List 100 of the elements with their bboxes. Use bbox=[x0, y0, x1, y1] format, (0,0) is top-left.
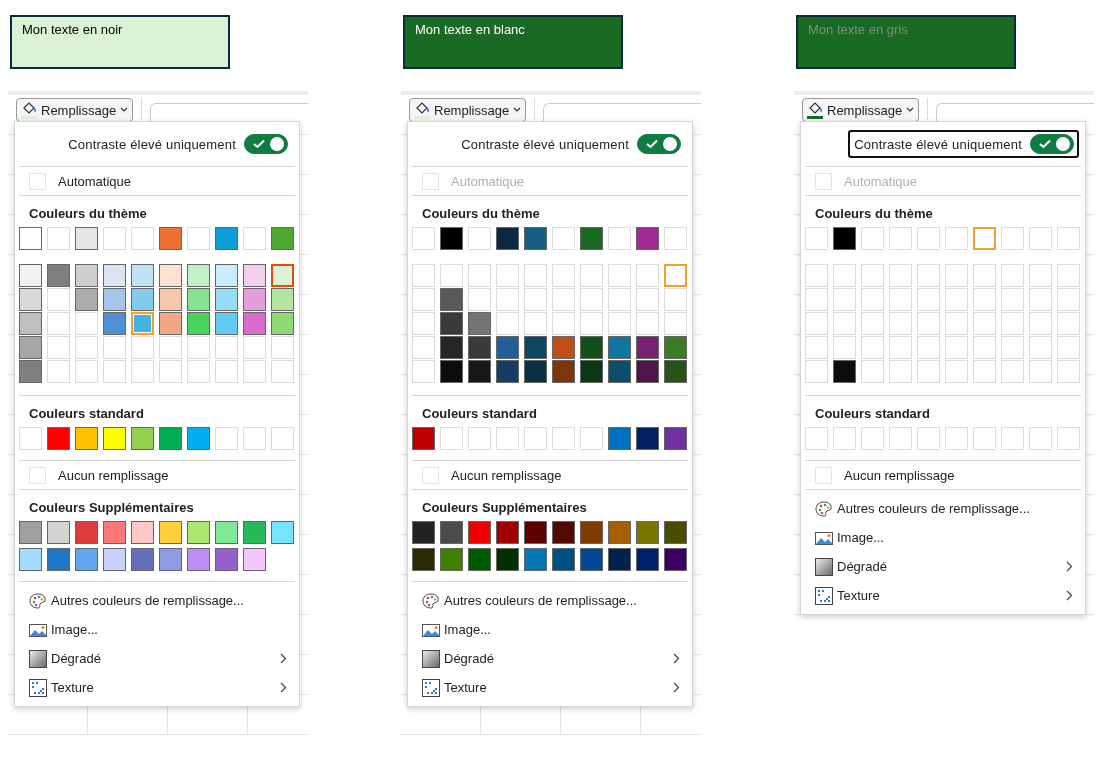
automatic-option[interactable]: Automatique bbox=[15, 167, 299, 195]
color-swatch[interactable] bbox=[103, 312, 126, 335]
color-swatch[interactable] bbox=[215, 312, 238, 335]
empty-swatch[interactable] bbox=[552, 227, 575, 250]
empty-swatch[interactable] bbox=[412, 288, 435, 311]
color-swatch[interactable] bbox=[580, 227, 603, 250]
empty-swatch[interactable] bbox=[1029, 336, 1052, 359]
color-swatch[interactable] bbox=[608, 548, 631, 571]
empty-swatch[interactable] bbox=[159, 336, 182, 359]
color-swatch[interactable] bbox=[496, 521, 519, 544]
color-swatch[interactable] bbox=[664, 360, 687, 383]
color-swatch[interactable] bbox=[47, 264, 70, 287]
color-swatch[interactable] bbox=[159, 264, 182, 287]
empty-swatch[interactable] bbox=[496, 427, 519, 450]
color-swatch[interactable] bbox=[580, 360, 603, 383]
empty-swatch[interactable] bbox=[243, 360, 266, 383]
color-swatch[interactable] bbox=[524, 336, 547, 359]
empty-swatch[interactable] bbox=[187, 360, 210, 383]
color-swatch[interactable] bbox=[103, 288, 126, 311]
empty-swatch[interactable] bbox=[103, 336, 126, 359]
menu-item[interactable]: Image... bbox=[408, 615, 692, 644]
color-swatch[interactable] bbox=[187, 264, 210, 287]
empty-swatch[interactable] bbox=[1001, 360, 1024, 383]
color-swatch[interactable] bbox=[496, 336, 519, 359]
empty-swatch[interactable] bbox=[75, 336, 98, 359]
empty-swatch[interactable] bbox=[973, 336, 996, 359]
empty-swatch[interactable] bbox=[580, 312, 603, 335]
color-swatch[interactable] bbox=[75, 288, 98, 311]
empty-swatch[interactable] bbox=[917, 336, 940, 359]
color-swatch[interactable] bbox=[159, 288, 182, 311]
empty-swatch[interactable] bbox=[973, 360, 996, 383]
color-swatch[interactable] bbox=[187, 288, 210, 311]
empty-swatch[interactable] bbox=[917, 312, 940, 335]
empty-swatch[interactable] bbox=[833, 427, 856, 450]
menu-item[interactable]: Dégradé bbox=[801, 552, 1085, 581]
empty-swatch[interactable] bbox=[917, 227, 940, 250]
color-swatch[interactable] bbox=[636, 427, 659, 450]
empty-swatch[interactable] bbox=[552, 312, 575, 335]
color-swatch[interactable] bbox=[271, 521, 294, 544]
empty-swatch[interactable] bbox=[1001, 264, 1024, 287]
color-swatch[interactable] bbox=[103, 427, 126, 450]
empty-swatch[interactable] bbox=[187, 336, 210, 359]
color-swatch[interactable] bbox=[159, 227, 182, 250]
empty-swatch[interactable] bbox=[973, 264, 996, 287]
empty-swatch[interactable] bbox=[833, 336, 856, 359]
empty-swatch[interactable] bbox=[805, 312, 828, 335]
empty-swatch[interactable] bbox=[215, 336, 238, 359]
empty-swatch[interactable] bbox=[552, 427, 575, 450]
empty-swatch[interactable] bbox=[496, 288, 519, 311]
color-swatch[interactable] bbox=[412, 427, 435, 450]
empty-swatch[interactable] bbox=[805, 264, 828, 287]
empty-swatch[interactable] bbox=[468, 427, 491, 450]
fill-button[interactable]: Remplissage bbox=[802, 98, 920, 122]
color-swatch[interactable] bbox=[608, 427, 631, 450]
empty-swatch[interactable] bbox=[75, 360, 98, 383]
empty-swatch[interactable] bbox=[552, 264, 575, 287]
color-swatch[interactable] bbox=[468, 548, 491, 571]
empty-swatch[interactable] bbox=[243, 427, 266, 450]
empty-swatch[interactable] bbox=[805, 227, 828, 250]
empty-swatch[interactable] bbox=[889, 427, 912, 450]
color-swatch[interactable] bbox=[75, 548, 98, 571]
empty-swatch[interactable] bbox=[973, 312, 996, 335]
empty-swatch[interactable] bbox=[19, 427, 42, 450]
empty-swatch[interactable] bbox=[187, 227, 210, 250]
menu-item[interactable]: Autres couleurs de remplissage... bbox=[408, 586, 692, 615]
empty-swatch[interactable] bbox=[889, 288, 912, 311]
empty-swatch[interactable] bbox=[861, 360, 884, 383]
color-swatch[interactable] bbox=[243, 312, 266, 335]
color-swatch[interactable] bbox=[636, 548, 659, 571]
color-swatch[interactable] bbox=[608, 360, 631, 383]
empty-swatch[interactable] bbox=[580, 264, 603, 287]
color-swatch[interactable] bbox=[636, 360, 659, 383]
color-swatch[interactable] bbox=[19, 360, 42, 383]
empty-swatch[interactable] bbox=[917, 264, 940, 287]
color-swatch[interactable] bbox=[159, 427, 182, 450]
empty-swatch[interactable] bbox=[243, 227, 266, 250]
empty-swatch[interactable] bbox=[47, 336, 70, 359]
menu-item[interactable]: Texture bbox=[408, 673, 692, 702]
empty-swatch[interactable] bbox=[664, 227, 687, 250]
empty-swatch[interactable] bbox=[805, 288, 828, 311]
color-swatch[interactable] bbox=[19, 264, 42, 287]
empty-swatch[interactable] bbox=[608, 227, 631, 250]
empty-swatch[interactable] bbox=[1057, 336, 1080, 359]
empty-swatch[interactable] bbox=[1057, 427, 1080, 450]
empty-swatch[interactable] bbox=[468, 264, 491, 287]
no-fill-option[interactable]: Aucun remplissage bbox=[15, 461, 299, 489]
empty-swatch[interactable] bbox=[917, 360, 940, 383]
color-swatch[interactable] bbox=[47, 521, 70, 544]
empty-swatch[interactable] bbox=[608, 312, 631, 335]
color-swatch[interactable] bbox=[243, 288, 266, 311]
color-swatch[interactable] bbox=[496, 360, 519, 383]
empty-swatch[interactable] bbox=[636, 264, 659, 287]
empty-swatch[interactable] bbox=[861, 264, 884, 287]
empty-swatch[interactable] bbox=[833, 312, 856, 335]
color-swatch[interactable] bbox=[243, 264, 266, 287]
menu-item[interactable]: Image... bbox=[801, 523, 1085, 552]
color-swatch[interactable] bbox=[19, 548, 42, 571]
empty-swatch[interactable] bbox=[664, 312, 687, 335]
color-swatch[interactable] bbox=[103, 264, 126, 287]
color-swatch[interactable] bbox=[440, 227, 463, 250]
